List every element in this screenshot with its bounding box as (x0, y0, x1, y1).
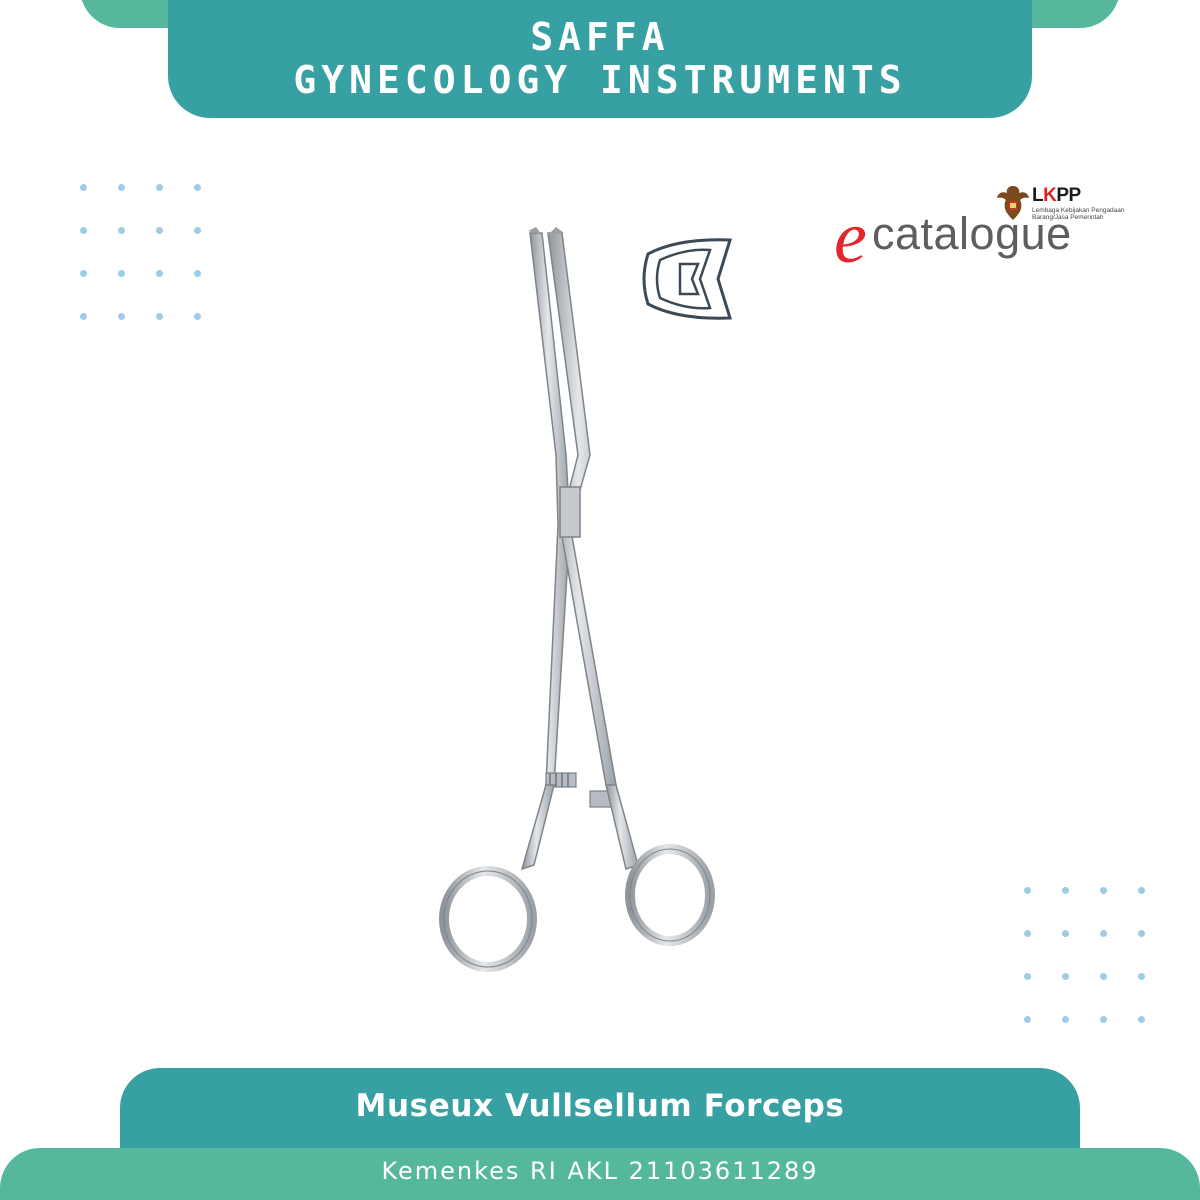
ecatalogue-e-letter: e (834, 197, 867, 279)
registration-banner: Kemenkes RI AKL 21103611289 (0, 1148, 1200, 1200)
decorative-dots-bottom-right (1024, 887, 1145, 1023)
decorative-dots-top-left (80, 184, 201, 320)
header-banner: SAFFA GYNECOLOGY INSTRUMENTS (168, 0, 1032, 118)
forceps-image (439, 227, 715, 972)
ecatalogue-word: catalogue (872, 208, 1072, 259)
lkpp-wordmark: LKPP (1032, 185, 1081, 206)
jaw-profile-icon (642, 238, 733, 320)
brand-name: SAFFA (530, 15, 670, 60)
category-title: GYNECOLOGY INSTRUMENTS (293, 58, 907, 102)
registration-number: Kemenkes RI AKL 21103611289 (381, 1157, 819, 1185)
ecatalogue-logo: LKPP Lembaga Kebijakan Pengadaan Barang/… (830, 183, 1140, 279)
product-name-banner: Museux Vullsellum Forceps (120, 1068, 1080, 1154)
product-name: Museux Vullsellum Forceps (355, 1088, 845, 1124)
